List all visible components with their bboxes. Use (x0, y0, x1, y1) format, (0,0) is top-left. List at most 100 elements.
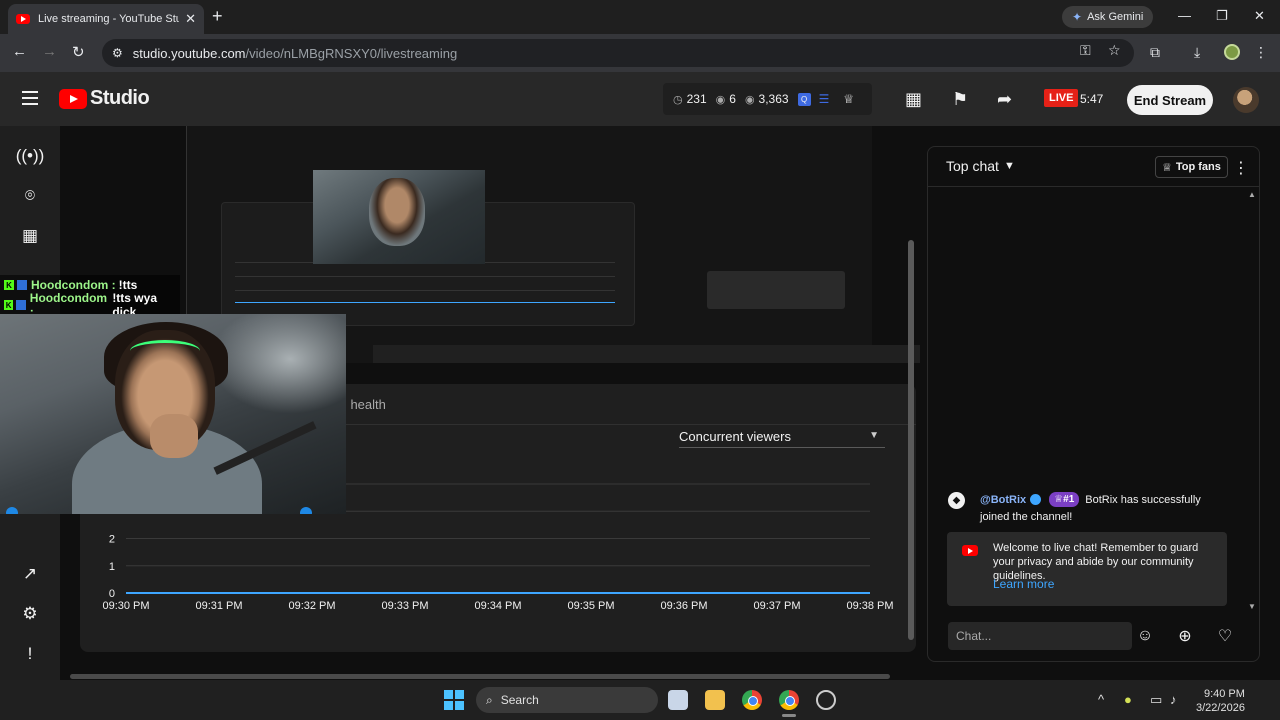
chat-header-divider (928, 186, 1259, 187)
open-external-icon[interactable]: ↗ (18, 562, 42, 586)
chat-scroll-up-icon[interactable]: ▲ (1248, 190, 1256, 199)
address-bar[interactable]: ⚙ studio.youtube.com/video/nLMBgRNSXY0/l… (102, 39, 1134, 67)
main-vertical-scrollbar[interactable] (908, 240, 914, 640)
chat-author[interactable]: @BotRix (980, 494, 1026, 506)
x-tick-label: 09:32 PM (288, 600, 335, 612)
learn-more-link[interactable]: Learn more (993, 577, 1054, 591)
minimize-icon[interactable]: — (1178, 8, 1191, 23)
taskbar-search[interactable]: ⌕ Search (476, 687, 658, 713)
restore-icon[interactable]: ❐ (1216, 8, 1228, 24)
ask-gemini-button[interactable]: ✦ Ask Gemini (1062, 6, 1154, 28)
kick-badge-icon: K (4, 280, 14, 290)
chat-scroll-down-icon[interactable]: ▼ (1248, 602, 1256, 611)
reload-icon[interactable]: ↻ (72, 43, 85, 61)
gemini-spark-icon: ✦ (1072, 10, 1083, 24)
chat-input[interactable] (948, 622, 1132, 650)
crown-icon: ♕ (1054, 494, 1064, 505)
save-bookmark-icon[interactable]: ⚑ (952, 89, 968, 110)
editor-icon[interactable]: ▦ (905, 89, 922, 110)
emoji-icon[interactable]: ☺ (1135, 626, 1155, 646)
overlay-chat-user: Hoodcondom : (31, 278, 116, 292)
watching-count: 231 (686, 92, 707, 106)
webcam-icon[interactable]: ⌾ (18, 184, 42, 208)
views-count: 3,363 (758, 92, 789, 106)
blue-badge-icon (16, 300, 26, 310)
file-explorer-icon[interactable] (705, 690, 725, 710)
back-icon[interactable]: ← (12, 43, 27, 60)
youtube-favicon-icon (16, 14, 30, 24)
studio-logo[interactable]: Studio (59, 87, 150, 110)
browser-profile-avatar[interactable] (1224, 44, 1240, 60)
calendar-icon[interactable]: ▦ (18, 224, 42, 248)
x-tick-label: 09:30 PM (102, 600, 149, 612)
chrome-active-icon[interactable] (779, 690, 799, 710)
taskbar-clock[interactable]: 9:40 PM 3/22/2026 (1196, 687, 1245, 715)
chrome-icon[interactable] (742, 690, 762, 710)
tray-chevron-icon[interactable]: ^ (1098, 692, 1104, 707)
chat-mode-label: Top chat (946, 158, 999, 174)
streamer-webcam (0, 314, 346, 514)
chat-message-text: BotRix has successfully (1085, 493, 1201, 506)
stream-stats: ◷ 231 ◉ 6 ◉ 3,363 Q ☰ ♕ (663, 83, 872, 115)
close-window-icon[interactable]: ✕ (1254, 8, 1265, 24)
chat-message: @BotRix ♕#1 BotRix has successfully (980, 492, 1201, 507)
kick-badge-icon: K (4, 300, 14, 310)
botrix-avatar[interactable]: ◆ (948, 492, 965, 509)
browser-tab[interactable]: Live streaming - YouTube Studi ✕ (8, 4, 204, 34)
likes-count: 6 (729, 92, 736, 106)
views-stat: ◉ 3,363 (745, 92, 789, 106)
blue-badge-icon (17, 280, 27, 290)
x-tick-label: 09:38 PM (846, 600, 893, 612)
password-key-icon[interactable]: ⚿ (1080, 42, 1091, 59)
tab-close-icon[interactable]: ✕ (185, 11, 196, 27)
account-avatar[interactable] (1233, 87, 1259, 113)
end-stream-button[interactable]: End Stream (1127, 85, 1213, 115)
add-icon[interactable]: ⊕ (1175, 626, 1195, 646)
menu-icon[interactable] (22, 91, 38, 105)
streamer-hand (150, 414, 198, 458)
chat-more-icon[interactable]: ⋮ (1233, 158, 1249, 178)
verified-icon (1030, 494, 1042, 505)
network-icon[interactable]: ▭ (1150, 692, 1162, 708)
url-path: /video/nLMBgRNSXY0/livestreaming (245, 45, 458, 61)
settings-gear-icon[interactable]: ⚙ (18, 602, 42, 626)
webcam-dot (300, 507, 312, 514)
x-tick-label: 09:37 PM (753, 600, 800, 612)
clock-time: 9:40 PM (1203, 688, 1245, 700)
watching-stat: ◷ 231 (673, 92, 707, 106)
windows-start-icon[interactable] (444, 690, 464, 710)
browser-menu-icon[interactable]: ⋮ (1254, 44, 1268, 61)
top-fans-label: Top fans (1175, 161, 1221, 173)
downloads-icon[interactable]: ⤓ (1194, 44, 1200, 61)
heart-icon[interactable]: ♡ (1215, 626, 1235, 646)
trophy-icon[interactable]: ♕ (843, 92, 854, 106)
chat-mode-select[interactable]: Top chat ▼ (946, 158, 1015, 174)
forward-icon[interactable]: → (42, 43, 57, 60)
microphone-icon[interactable]: ● (1124, 692, 1132, 707)
share-icon[interactable]: ➦ (997, 89, 1012, 110)
volume-icon[interactable]: ♪ (1170, 692, 1177, 707)
live-duration: 5:47 (1080, 92, 1104, 106)
new-tab-icon[interactable]: + (212, 6, 223, 27)
views-eye-icon: ◉ (744, 93, 755, 106)
stream-broadcast-icon[interactable]: ((•)) (16, 144, 45, 168)
likes-stat: ◉ 6 (716, 92, 736, 106)
qa-icon[interactable]: Q (797, 92, 811, 106)
store-app-icon[interactable] (668, 690, 688, 710)
obs-icon[interactable] (816, 690, 836, 710)
site-info-icon[interactable]: ⚙ (112, 46, 123, 60)
top-fans-button[interactable]: ♕ Top fans (1155, 156, 1228, 178)
x-tick-label: 09:31 PM (195, 600, 242, 612)
bookmark-star-icon[interactable]: ☆ (1108, 42, 1121, 59)
poll-icon[interactable]: ☰ (819, 92, 830, 106)
youtube-icon (962, 545, 978, 556)
chevron-down-icon: ▼ (1003, 160, 1015, 172)
y-tick-label: 0 (109, 588, 115, 600)
studio-logo-text: Studio (90, 87, 150, 109)
extensions-icon[interactable]: ⧉ (1150, 44, 1160, 61)
main-horizontal-scrollbar[interactable] (70, 674, 890, 679)
feedback-icon[interactable]: ! (18, 642, 42, 666)
ask-gemini-label: Ask Gemini (1087, 11, 1144, 23)
overlay-chat-text: !tts (118, 278, 138, 292)
youtube-logo-icon (59, 88, 87, 109)
